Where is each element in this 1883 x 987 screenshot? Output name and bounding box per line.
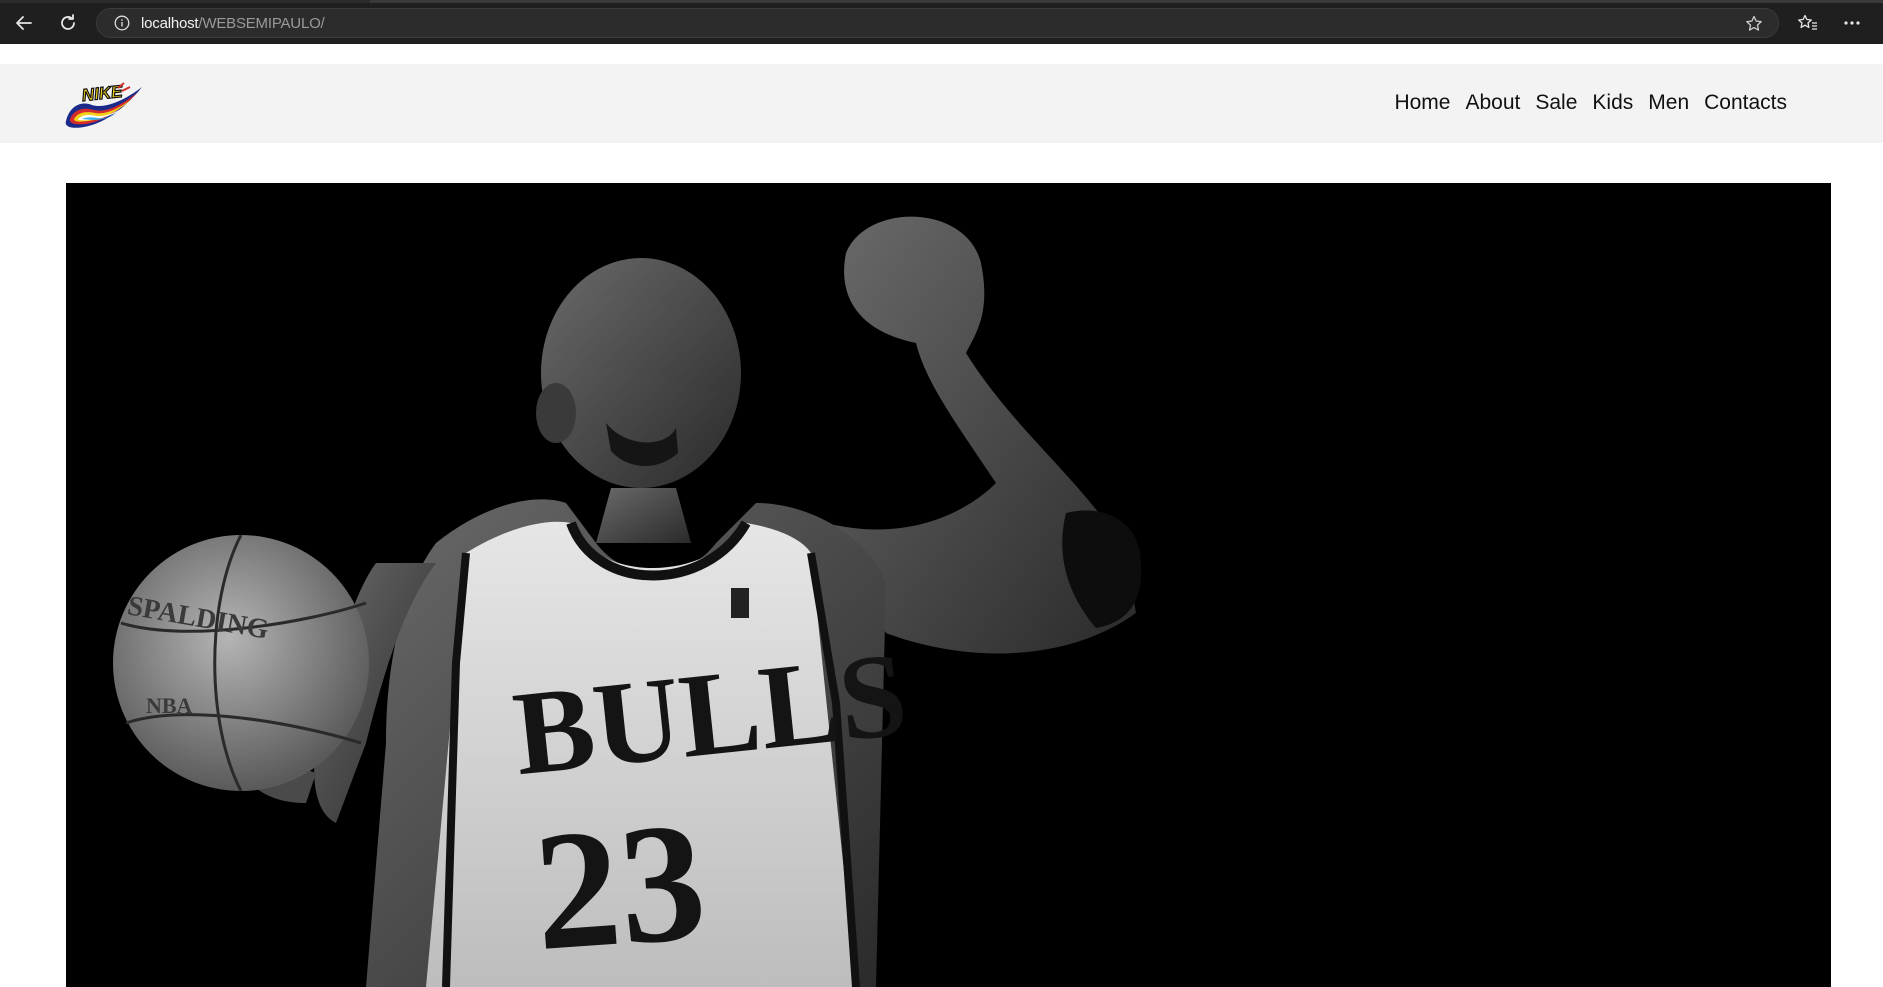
info-icon[interactable]: [113, 14, 131, 32]
reload-icon[interactable]: [52, 8, 84, 38]
star-icon[interactable]: [1744, 14, 1764, 39]
nav-home[interactable]: Home: [1394, 90, 1450, 116]
jersey-number-text: 23: [528, 787, 711, 986]
ball-league-text: NBA: [146, 693, 193, 718]
hero-image: BULLS 23 SPALDING NBA: [66, 183, 1831, 987]
url-text[interactable]: localhost/WEBSEMIPAULO/: [141, 15, 325, 32]
url-path: /WEBSEMIPAULO/: [198, 14, 325, 32]
favorites-icon[interactable]: [1792, 8, 1824, 38]
nav-contacts[interactable]: Contacts: [1704, 90, 1787, 116]
tab-strip: [0, 0, 1883, 3]
url-host: localhost: [141, 14, 199, 32]
more-icon[interactable]: [1836, 8, 1868, 38]
nav-kids[interactable]: Kids: [1592, 90, 1633, 116]
player-head: [536, 258, 741, 543]
player-jersey: BULLS 23: [366, 499, 913, 987]
nike-logo[interactable]: NIKE: [62, 79, 144, 131]
basketball: SPALDING NBA: [113, 534, 369, 792]
back-arrow-icon[interactable]: [8, 8, 40, 38]
nav-about[interactable]: About: [1465, 90, 1520, 116]
svg-text:NIKE: NIKE: [81, 82, 124, 105]
address-bar[interactable]: localhost/WEBSEMIPAULO/: [96, 8, 1779, 38]
nav-sale[interactable]: Sale: [1535, 90, 1577, 116]
page-top-edge: [0, 44, 1883, 64]
browser-toolbar: localhost/WEBSEMIPAULO/: [0, 0, 1883, 44]
site-header: NIKE Home About Sale Kids Men Contacts: [0, 64, 1883, 143]
nav-men[interactable]: Men: [1648, 90, 1689, 116]
main-nav: Home About Sale Kids Men Contacts: [1394, 90, 1787, 116]
